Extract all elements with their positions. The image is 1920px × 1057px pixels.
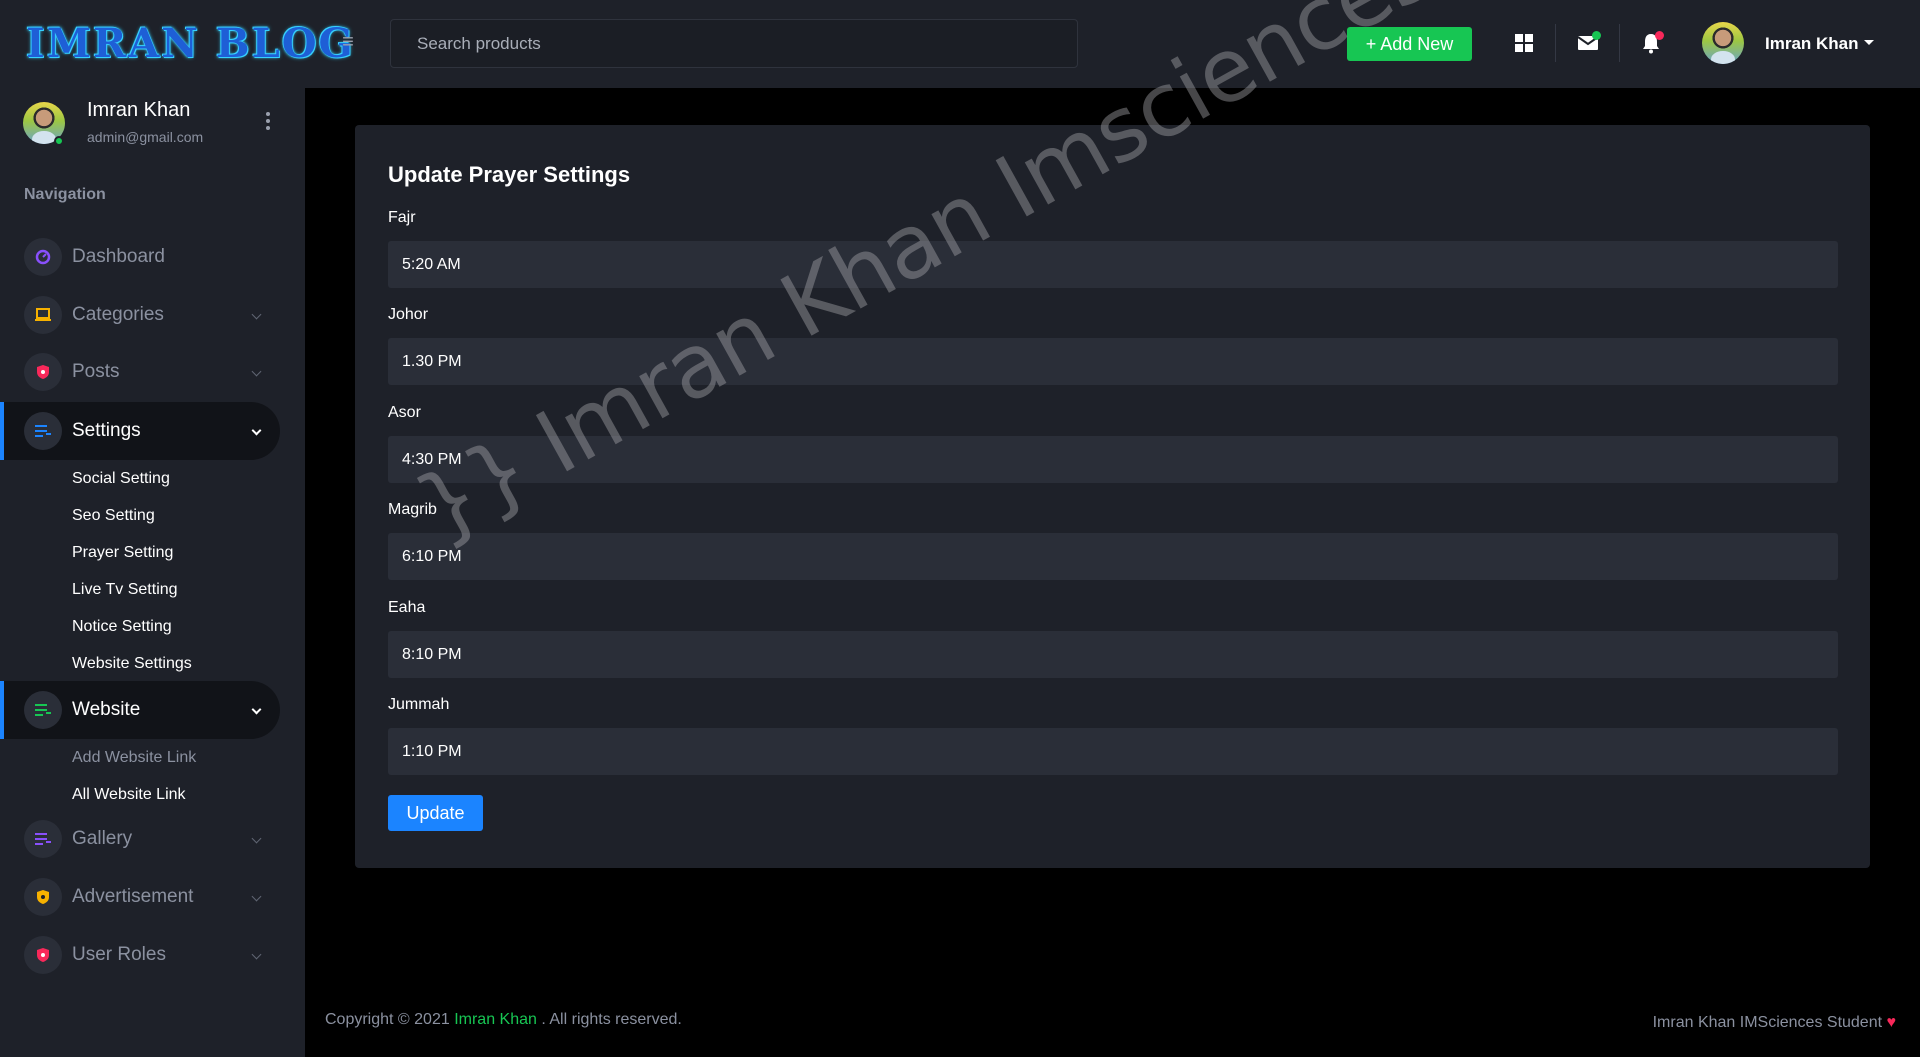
asor-field[interactable] [388, 436, 1838, 483]
sidebar-item-website[interactable]: Website [0, 681, 280, 739]
eaha-field[interactable] [388, 631, 1838, 678]
sidebar-subitem-all-website-link[interactable]: All Website Link [72, 786, 186, 804]
chevron-down-icon [251, 309, 262, 320]
chevron-down-icon [251, 949, 262, 960]
avatar[interactable] [1702, 22, 1744, 64]
menu-toggle-icon[interactable]: ≡ [337, 29, 359, 55]
eaha-label: Eaha [388, 599, 426, 616]
sidebar-item-posts[interactable]: Posts [0, 343, 280, 401]
page-title: Update Prayer Settings [388, 162, 631, 187]
chevron-down-icon [251, 366, 262, 377]
site-logo[interactable]: IMRAN BLOG [26, 20, 355, 67]
online-status-dot [54, 136, 64, 146]
fajr-label: Fajr [388, 209, 416, 226]
sidebar-subitem-live-tv-setting[interactable]: Live Tv Setting [72, 581, 178, 599]
sidebar-item-user-roles[interactable]: User Roles [0, 926, 280, 984]
heart-icon: ♥ [1886, 1014, 1897, 1031]
shield-icon [24, 878, 62, 916]
topbar: IMRAN BLOG ≡ + Add New Imran Khan [0, 0, 1920, 88]
sidebar-item-settings[interactable]: Settings [0, 402, 280, 460]
fajr-field[interactable] [388, 241, 1838, 288]
jummah-field[interactable] [388, 728, 1838, 775]
sidebar-user-name: Imran Khan [87, 99, 191, 121]
sidebar-subitem-seo-setting[interactable]: Seo Setting [72, 507, 155, 525]
johor-label: Johor [388, 306, 429, 323]
gauge-icon [24, 238, 62, 276]
credit-text: Imran Khan IMSciences Student [1652, 1014, 1883, 1031]
chevron-down-icon [251, 833, 262, 844]
sidebar-item-dashboard[interactable]: Dashboard [0, 228, 280, 286]
sidebar-subitem-social-setting[interactable]: Social Setting [72, 470, 170, 488]
sidebar-item-label: Categories [72, 304, 164, 325]
asor-label: Asor [388, 404, 421, 421]
sidebar-user-email: admin@gmail.com [87, 129, 204, 145]
copyright-suffix: . All rights reserved. [541, 1011, 682, 1028]
sidebar-subitem-add-website-link[interactable]: Add Website Link [72, 749, 196, 767]
sidebar-item-label: Posts [72, 361, 120, 382]
kebab-menu-icon[interactable] [266, 112, 270, 133]
notification-status-dot [1655, 31, 1664, 40]
sidebar-item-label: Dashboard [72, 246, 165, 267]
add-new-button[interactable]: + Add New [1347, 27, 1472, 61]
sidebar-subitem-prayer-setting[interactable]: Prayer Setting [72, 544, 173, 562]
laptop-icon [24, 296, 62, 334]
chevron-down-icon [251, 891, 262, 902]
jummah-label: Jummah [388, 696, 450, 713]
list-icon [24, 820, 62, 858]
footer-copyright: Copyright © 2021 Imran Khan . All rights… [325, 1011, 682, 1029]
apps-grid-icon[interactable] [1509, 28, 1539, 58]
shield-icon [24, 353, 62, 391]
copyright-brand-link[interactable]: Imran Khan [454, 1011, 537, 1028]
sidebar-item-label: Advertisement [72, 886, 194, 907]
mail-status-dot [1592, 31, 1601, 40]
search-input[interactable] [390, 19, 1078, 68]
sidebar-subitem-notice-setting[interactable]: Notice Setting [72, 618, 172, 636]
sidebar-item-label: Website [72, 699, 141, 720]
magrib-field[interactable] [388, 533, 1838, 580]
chevron-down-icon [251, 704, 262, 715]
update-button[interactable]: Update [388, 795, 483, 831]
divider [1619, 24, 1620, 62]
sidebar-item-gallery[interactable]: Gallery [0, 810, 280, 868]
sidebar-item-categories[interactable]: Categories [0, 286, 280, 344]
copyright-prefix: Copyright © 2021 [325, 1011, 450, 1028]
nav-section-title: Navigation [24, 186, 106, 203]
sidebar-item-advertisement[interactable]: Advertisement [0, 868, 280, 926]
chevron-down-icon [251, 425, 262, 436]
prayer-settings-card: Update Prayer Settings Fajr Johor Asor M… [355, 125, 1870, 868]
divider [1555, 24, 1556, 62]
list-icon [24, 691, 62, 729]
sidebar-item-label: Gallery [72, 828, 133, 849]
johor-field[interactable] [388, 338, 1838, 385]
footer-credit: Imran Khan IMSciences Student ♥ [1653, 1014, 1896, 1032]
header-user-name[interactable]: Imran Khan [1765, 34, 1859, 54]
chevron-down-icon[interactable] [1864, 40, 1874, 45]
shield-icon [24, 936, 62, 974]
sidebar: Imran Khan admin@gmail.com Navigation Da… [0, 88, 305, 1057]
sidebar-item-label: Settings [72, 420, 141, 441]
list-icon [24, 412, 62, 450]
sidebar-subitem-website-settings[interactable]: Website Settings [72, 655, 192, 673]
magrib-label: Magrib [388, 501, 437, 518]
sidebar-item-label: User Roles [72, 944, 166, 965]
